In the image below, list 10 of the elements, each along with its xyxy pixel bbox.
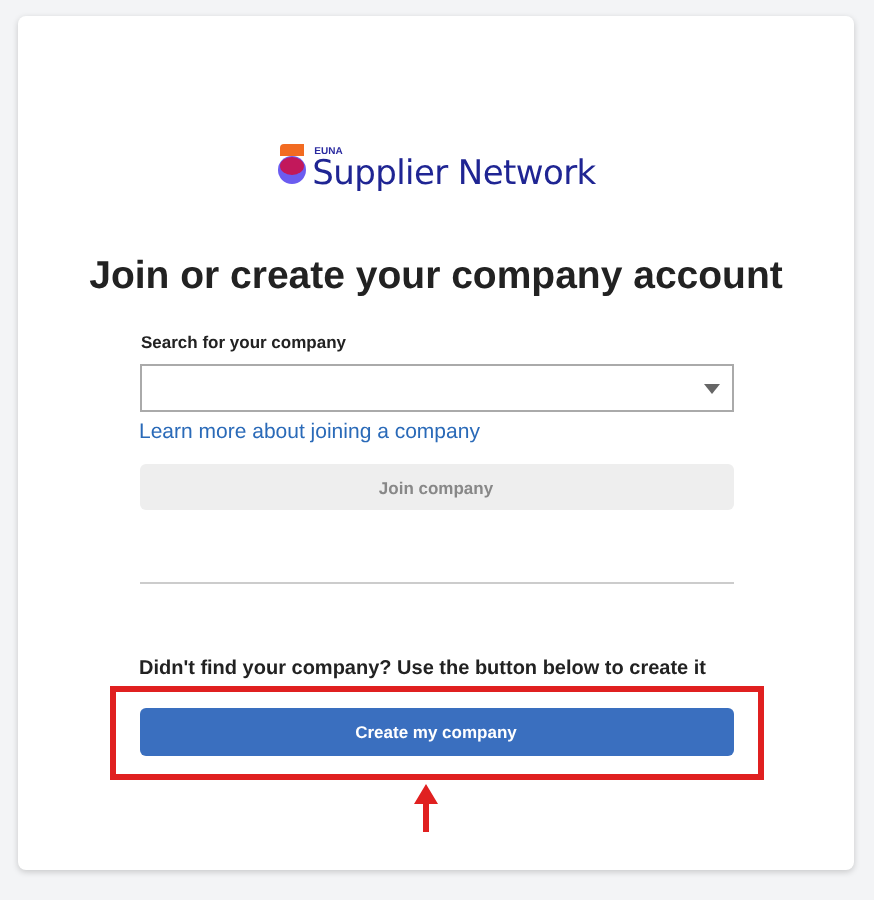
logo-name: Supplier Network [312, 158, 596, 192]
create-company-button[interactable]: Create my company [139, 708, 733, 756]
caret-icon [703, 383, 719, 393]
arrow-icon [414, 784, 438, 832]
page-heading: Join or create your company account [89, 252, 783, 300]
field-label: Search for your company [141, 332, 349, 352]
create-hint-text: Didn't find your company? Use the button below to create it [139, 658, 709, 680]
logo-icon [276, 144, 309, 188]
learn-more-link[interactable]: Learn more about joining a company [139, 420, 480, 444]
company-search-dropdown[interactable] [139, 364, 733, 412]
